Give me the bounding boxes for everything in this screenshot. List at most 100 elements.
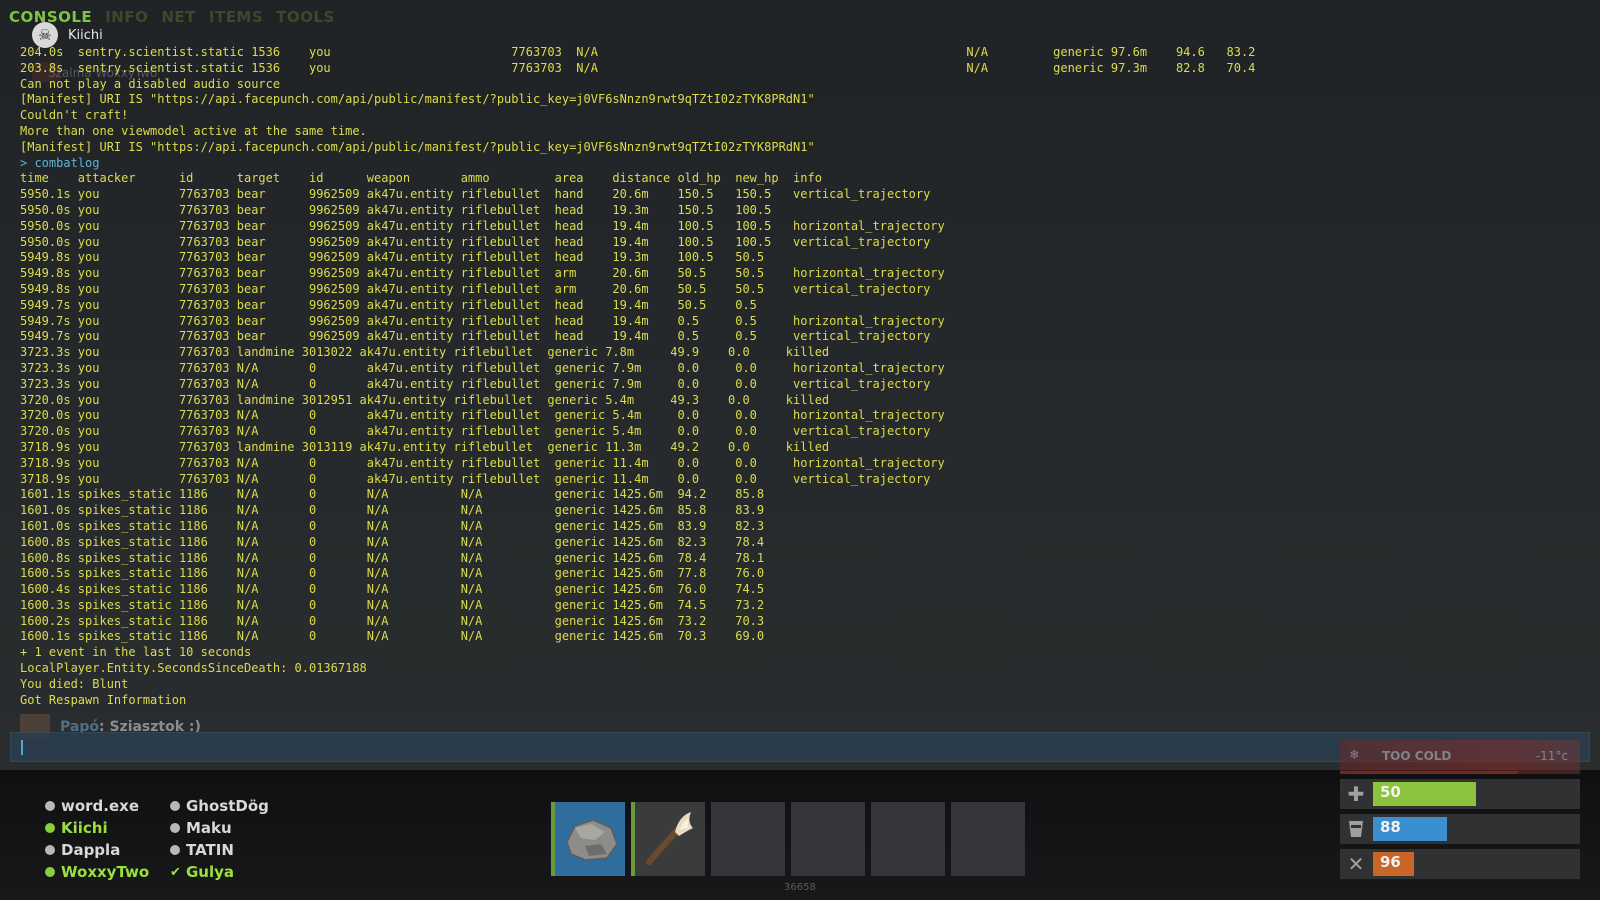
log-line: 1601.1s spikes_static 1186 N/A 0 N/A N/A… (20, 487, 765, 502)
hotbar-slot-5[interactable] (871, 802, 945, 876)
status-dot-icon (170, 823, 180, 833)
hotbar-slot-3[interactable] (711, 802, 785, 876)
log-line: 5950.0s you 7763703 bear 9962509 ak47u.e… (20, 234, 931, 249)
log-line: 3720.0s you 7763703 N/A 0 ak47u.entity r… (20, 408, 945, 423)
log-line: 5949.7s you 7763703 bear 9962509 ak47u.e… (20, 313, 945, 328)
food-value: 96 (1380, 853, 1401, 871)
log-line: 3718.9s you 7763703 landmine 3013119 ak4… (20, 439, 830, 454)
log-line: 3723.3s you 7763703 N/A 0 ak47u.entity r… (20, 360, 945, 375)
tab-items[interactable]: ITEMS (209, 8, 263, 26)
team-member-name: TATIN (186, 841, 234, 859)
log-line: 5949.8s you 7763703 bear 9962509 ak47u.e… (20, 266, 945, 281)
team-member: GhostDög (170, 795, 269, 817)
log-line: 1601.0s spikes_static 1186 N/A 0 N/A N/A… (20, 518, 765, 533)
log-line: time attacker id target id weapon ammo a… (20, 171, 822, 186)
hotbar (551, 802, 1025, 876)
cup-icon (1344, 817, 1368, 841)
log-line: [Manifest] URI IS "https://api.facepunch… (20, 139, 815, 154)
hydration-value: 88 (1380, 818, 1401, 836)
rock-icon (566, 819, 618, 861)
team-list-left: word.exe Kiichi Dappla WoxxyTwo (45, 795, 149, 883)
log-line: 1600.8s spikes_static 1186 N/A 0 N/A N/A… (20, 550, 765, 565)
team-member-name: Dappla (61, 841, 121, 859)
log-line: 1600.1s spikes_static 1186 N/A 0 N/A N/A… (20, 629, 765, 644)
team-member-name: word.exe (61, 797, 140, 815)
log-line: Got Respawn Information (20, 692, 187, 707)
cold-label: TOO COLD (1382, 749, 1452, 763)
log-line: 3718.9s you 7763703 N/A 0 ak47u.entity r… (20, 455, 945, 470)
temperature-value: -11°c (1535, 749, 1568, 763)
hotbar-slot-6[interactable] (951, 802, 1025, 876)
team-member: Dappla (45, 839, 149, 861)
log-line: 3720.0s you 7763703 landmine 3012951 ak4… (20, 392, 830, 407)
team-member: WoxxyTwo (45, 861, 149, 883)
text-caret (21, 740, 23, 755)
log-line: 5949.7s you 7763703 bear 9962509 ak47u.e… (20, 297, 757, 312)
log-line: 5949.7s you 7763703 bear 9962509 ak47u.e… (20, 329, 931, 344)
log-line: 3720.0s you 7763703 N/A 0 ak47u.entity r… (20, 424, 931, 439)
log-line: 1600.8s spikes_static 1186 N/A 0 N/A N/A… (20, 534, 765, 549)
log-line: You died: Blunt (20, 676, 129, 691)
log-line: Couldn't craft! (20, 108, 129, 123)
log-line: 3723.3s you 7763703 landmine 3013022 ak4… (20, 345, 830, 360)
log-line: 5949.8s you 7763703 bear 9962509 ak47u.e… (20, 281, 931, 296)
log-line: 5950.1s you 7763703 bear 9962509 ak47u.e… (20, 187, 931, 202)
log-line: 3718.9s you 7763703 N/A 0 ak47u.entity r… (20, 471, 931, 486)
team-member-name: Maku (186, 819, 232, 837)
log-line: [Manifest] URI IS "https://api.facepunch… (20, 92, 815, 107)
log-line: LocalPlayer.Entity.SecondsSinceDeath: 0.… (20, 661, 367, 676)
health-value: 50 (1380, 783, 1401, 801)
fork-knife-icon: ✕ (1347, 852, 1365, 876)
team-member: TATIN (170, 839, 269, 861)
tab-info[interactable]: INFO (105, 8, 148, 26)
log-line: 5950.0s you 7763703 bear 9962509 ak47u.e… (20, 218, 945, 233)
voice-speaker-name: Kiichi (68, 27, 103, 43)
tab-net[interactable]: NET (161, 8, 196, 26)
food-bar: ✕ 96 (1340, 849, 1580, 879)
team-member-name: Gulya (186, 863, 235, 881)
cold-bar (1340, 771, 1518, 774)
team-member-name: GhostDög (186, 797, 269, 815)
thermometer-icon: ❄ (1350, 747, 1359, 763)
log-line: + 1 event in the last 10 seconds (20, 645, 252, 660)
health-cross-icon: ✚ (1347, 782, 1365, 806)
log-line: 1601.0s spikes_static 1186 N/A 0 N/A N/A… (20, 503, 765, 518)
grid-readout: 36658 (784, 882, 816, 893)
team-member: Maku (170, 817, 269, 839)
tab-tools[interactable]: TOOLS (276, 8, 335, 26)
skull-icon: ☠ (32, 22, 58, 48)
voice-indicator: ☠ Kiichi (32, 22, 103, 48)
log-line: 1600.5s spikes_static 1186 N/A 0 N/A N/A… (20, 566, 765, 581)
hydration-bar: 88 (1340, 814, 1580, 844)
log-line: 204.0s sentry.scientist.static 1536 you … (20, 45, 1256, 59)
team-member: word.exe (45, 795, 149, 817)
cold-warning: ❄ TOO COLD -11°c (1340, 740, 1580, 774)
log-line: 3723.3s you 7763703 N/A 0 ak47u.entity r… (20, 376, 931, 391)
log-line: > combatlog (20, 155, 100, 170)
log-line: 1600.4s spikes_static 1186 N/A 0 N/A N/A… (20, 582, 765, 597)
hotbar-slot-1[interactable] (551, 802, 625, 876)
console-log: 204.0s sentry.scientist.static 1536 you … (20, 45, 1255, 708)
team-member: ✔ Gulya (170, 861, 269, 883)
status-dot-icon (170, 801, 180, 811)
status-dot-icon (45, 823, 55, 833)
log-line: 5949.8s you 7763703 bear 9962509 ak47u.e… (20, 250, 765, 265)
hotbar-slot-2[interactable] (631, 802, 705, 876)
team-list-right: GhostDög Maku TATIN ✔ Gulya (170, 795, 269, 883)
leader-check-icon: ✔ (170, 864, 181, 880)
status-dot-icon (45, 845, 55, 855)
hotbar-slot-4[interactable] (791, 802, 865, 876)
status-dot-icon (45, 867, 55, 877)
torch-icon (646, 812, 693, 865)
status-dot-icon (45, 801, 55, 811)
health-bar: ✚ 50 (1340, 779, 1580, 809)
team-member-name: Kiichi (61, 819, 108, 837)
status-dot-icon (170, 845, 180, 855)
log-line: 5950.0s you 7763703 bear 9962509 ak47u.e… (20, 202, 772, 217)
log-line: 1600.3s spikes_static 1186 N/A 0 N/A N/A… (20, 597, 765, 612)
log-line: 1600.2s spikes_static 1186 N/A 0 N/A N/A… (20, 613, 765, 628)
team-member-name: WoxxyTwo (61, 863, 150, 881)
team-member: Kiichi (45, 817, 149, 839)
log-line: Can not play a disabled audio source (20, 76, 281, 91)
log-line: 203.8s sentry.scientist.static 1536 you … (20, 60, 1256, 75)
